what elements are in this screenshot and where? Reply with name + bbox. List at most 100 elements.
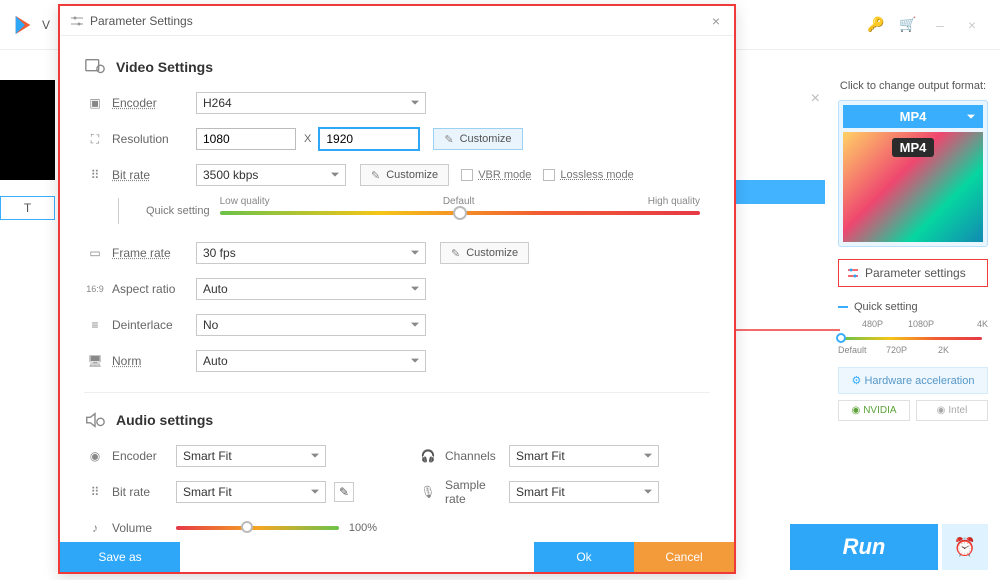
quick-setting-header: Quick setting — [838, 301, 988, 313]
audio-bitrate-row: ⠿ Bit rate Smart Fit ✎ — [84, 477, 377, 507]
aspect-ratio-select[interactable]: Auto — [196, 278, 426, 300]
output-format-card[interactable]: MP4 MP4 — [838, 100, 988, 247]
norm-row: 🖥 Norm Auto — [84, 346, 710, 376]
channels-icon: 🎧 — [417, 449, 439, 463]
ok-button[interactable]: Ok — [534, 542, 634, 572]
bitrate-row: ⠿ Bit rate 3500 kbps ✎Customize VBR mode… — [84, 160, 710, 190]
parameter-settings-button[interactable]: Parameter settings — [838, 259, 988, 287]
quick-setting-panel: Quick setting 480P 1080P 4K Default 720P… — [838, 301, 988, 359]
volume-slider[interactable] — [176, 526, 339, 530]
film-gear-icon — [84, 56, 106, 78]
pencil-icon: ✎ — [371, 169, 380, 182]
encoder-icon: ▣ — [84, 96, 106, 110]
run-bar: Run ⏰ — [790, 524, 988, 570]
encoder-row: ▣ Encoder H264 — [84, 88, 710, 118]
parameter-settings-dialog: Parameter Settings × Video Settings ▣ En… — [58, 4, 736, 574]
video-settings-header: Video Settings — [84, 56, 710, 78]
sub-panel-close-icon[interactable]: × — [811, 90, 820, 108]
lossless-mode-checkbox[interactable]: Lossless mode — [543, 169, 633, 181]
schedule-button[interactable]: ⏰ — [942, 524, 988, 570]
close-button[interactable]: × — [956, 17, 988, 33]
resolution-label: Resolution — [106, 132, 196, 146]
hardware-accel-toggle[interactable]: ⚙ Hardware acceleration — [838, 367, 988, 394]
dialog-footer: Save as Ok Cancel — [60, 542, 734, 572]
aspect-row: 16:9 Aspect ratio Auto — [84, 274, 710, 304]
audio-bitrate-select[interactable]: Smart Fit — [176, 481, 326, 503]
output-format-select[interactable]: MP4 — [843, 105, 983, 128]
volume-percentage: 100% — [349, 522, 377, 534]
quick-setting-row: Quick setting Low quality Default High q… — [84, 196, 710, 226]
output-format-thumb: MP4 — [843, 132, 983, 242]
save-as-button[interactable]: Save as — [60, 542, 180, 572]
video-encoder-select[interactable]: H264 — [196, 92, 426, 114]
audio-bitrate-label: Bit rate — [106, 485, 176, 499]
sample-icon: 🎙 — [417, 485, 439, 499]
channels-label: Channels — [439, 449, 509, 463]
dialog-close-button[interactable]: × — [708, 13, 724, 29]
app-title-prefix: V — [42, 18, 50, 32]
framerate-customize-button[interactable]: ✎Customize — [440, 242, 529, 264]
video-bitrate-select[interactable]: 3500 kbps — [196, 164, 346, 186]
sample-rate-row: 🎙 Sample rate Smart Fit — [417, 477, 710, 507]
hardware-badges: ◉NVIDIA ◉Intel — [838, 400, 988, 421]
framerate-row: ▭ Frame rate 30 fps ✎Customize — [84, 238, 710, 268]
key-icon[interactable]: 🔑 — [860, 16, 892, 33]
audio-encoder-label: Encoder — [106, 449, 176, 463]
audio-encoder-row: ◉ Encoder Smart Fit — [84, 441, 377, 471]
resolution-x: X — [304, 133, 311, 145]
norm-select[interactable]: Auto — [196, 350, 426, 372]
audio-encoder-select[interactable]: Smart Fit — [176, 445, 326, 467]
deinterlace-label: Deinterlace — [106, 318, 196, 332]
bitrate-customize-button[interactable]: ✎Customize — [360, 164, 449, 186]
resolution-customize-button[interactable]: ✎Customize — [433, 128, 522, 150]
encoder-label: Encoder — [106, 96, 196, 110]
param-settings-label: Parameter settings — [865, 266, 966, 280]
section-divider — [84, 392, 710, 393]
video-quality-slider[interactable]: Low quality Default High quality — [220, 196, 700, 226]
audio-bitrate-icon: ⠿ — [84, 485, 106, 499]
volume-icon: ♪ — [84, 521, 106, 535]
cancel-button[interactable]: Cancel — [634, 542, 734, 572]
preview-thumbnail — [0, 80, 55, 180]
deinterlace-icon: ≡ — [84, 318, 106, 332]
deinterlace-select[interactable]: No — [196, 314, 426, 336]
aspect-icon: 16:9 — [84, 284, 106, 294]
left-tab[interactable]: T — [0, 196, 55, 220]
norm-icon: 🖥 — [84, 354, 106, 368]
bitrate-label: Bit rate — [106, 168, 196, 182]
output-side-panel: Click to change output format: MP4 MP4 P… — [838, 80, 988, 421]
quick-setting-label: Quick setting — [146, 205, 210, 217]
output-heading: Click to change output format: — [838, 80, 988, 92]
audio-bitrate-edit-icon[interactable]: ✎ — [334, 482, 354, 502]
speaker-gear-icon — [84, 409, 106, 431]
pencil-icon: ✎ — [451, 247, 460, 260]
bitrate-icon: ⠿ — [84, 168, 106, 182]
framerate-select[interactable]: 30 fps — [196, 242, 426, 264]
pencil-icon: ✎ — [444, 133, 453, 146]
resolution-row: ⛶ Resolution X ✎Customize — [84, 124, 710, 154]
dialog-titlebar: Parameter Settings × — [60, 6, 734, 36]
dialog-title: Parameter Settings — [90, 14, 193, 28]
norm-label: Norm — [106, 354, 196, 368]
channels-select[interactable]: Smart Fit — [509, 445, 659, 467]
deinterlace-row: ≡ Deinterlace No — [84, 310, 710, 340]
sample-label: Sample rate — [439, 478, 509, 506]
nvidia-badge[interactable]: ◉NVIDIA — [838, 400, 910, 421]
volume-row: ♪ Volume 100% — [84, 513, 377, 542]
resolution-width-input[interactable] — [196, 128, 296, 150]
framerate-label: Frame rate — [106, 246, 196, 260]
aspect-label: Aspect ratio — [106, 282, 196, 296]
cart-icon[interactable]: 🛒 — [892, 16, 924, 33]
audio-settings-header: Audio settings — [84, 409, 710, 431]
dialog-body: Video Settings ▣ Encoder H264 ⛶ Resoluti… — [60, 36, 734, 542]
sample-rate-select[interactable]: Smart Fit — [509, 481, 659, 503]
vbr-mode-checkbox[interactable]: VBR mode — [461, 169, 531, 181]
resolution-height-input[interactable] — [319, 128, 419, 150]
quick-setting-slider[interactable]: 480P 1080P 4K Default 720P 2K — [838, 319, 988, 359]
channels-row: 🎧 Channels Smart Fit — [417, 441, 710, 471]
volume-label: Volume — [106, 521, 176, 535]
intel-badge[interactable]: ◉Intel — [916, 400, 988, 421]
run-button[interactable]: Run — [790, 524, 938, 570]
app-logo-icon — [12, 14, 34, 36]
minimize-button[interactable]: – — [924, 17, 956, 33]
